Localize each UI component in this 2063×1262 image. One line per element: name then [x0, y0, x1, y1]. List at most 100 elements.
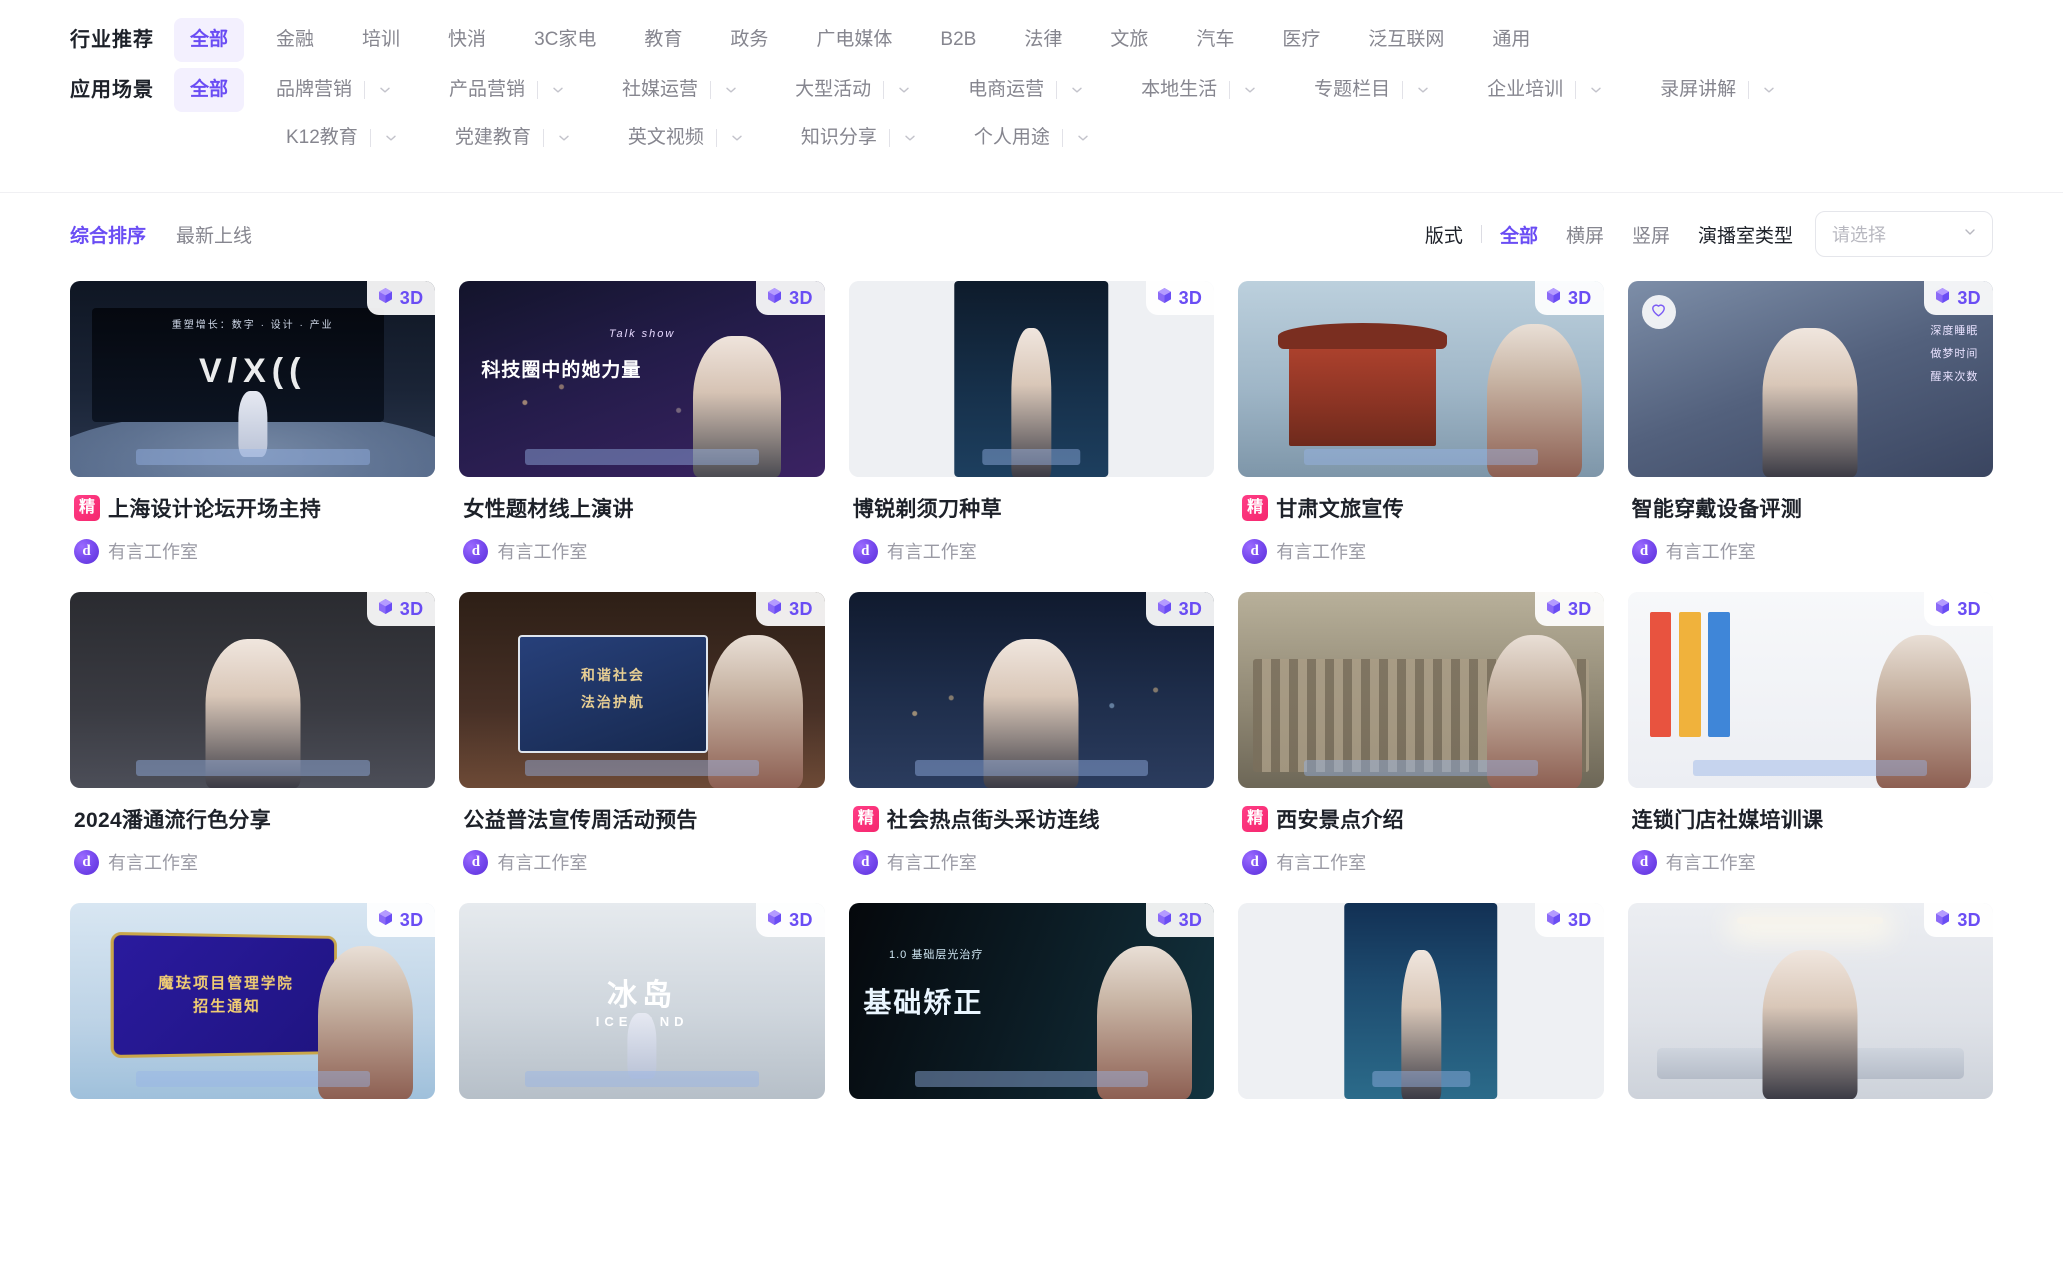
chevron-down-icon[interactable]: [1230, 82, 1276, 98]
scene-group-4[interactable]: 电商运营: [952, 68, 1103, 112]
chevron-down-icon[interactable]: [365, 82, 411, 98]
scene-group-10[interactable]: 党建教育: [439, 116, 590, 160]
industry-chip-4[interactable]: 3C家电: [518, 18, 612, 62]
video-card[interactable]: 魔珐项目管理学院 招生通知 3D: [70, 903, 436, 1127]
card-thumbnail[interactable]: 魔珐项目管理学院 招生通知 3D: [70, 903, 436, 1099]
scene-group-3[interactable]: 大型活动: [779, 68, 930, 112]
chevron-down-icon[interactable]: [1576, 82, 1622, 98]
scene-group-9[interactable]: K12教育: [270, 116, 417, 160]
industry-chip-7[interactable]: 广电媒体: [800, 18, 908, 62]
card-meta: 智能穿戴设备评测 d 有言工作室: [1628, 477, 1993, 564]
scene-chip-all[interactable]: 全部: [174, 68, 245, 112]
industry-chip-13[interactable]: 泛互联网: [1352, 18, 1460, 62]
card-thumbnail[interactable]: 冰岛ICELAND3D: [459, 903, 825, 1099]
scene-group-2[interactable]: 社媒运营: [606, 68, 757, 112]
card-thumbnail[interactable]: 3D: [1238, 592, 1604, 788]
card-thumbnail[interactable]: 3D: [848, 592, 1215, 788]
industry-chip-12[interactable]: 医疗: [1266, 18, 1336, 62]
video-card[interactable]: Talk show 科技圈中的她力量 3D 女性题材线上演讲 d 有言工作室: [459, 281, 825, 592]
card-thumbnail[interactable]: 3D: [848, 281, 1215, 477]
video-card[interactable]: 3D 精甘肃文旅宣传 d 有言工作室: [1238, 281, 1604, 592]
card-author[interactable]: d 有言工作室: [1631, 538, 1989, 564]
badge-3d: 3D: [1534, 592, 1604, 626]
chevron-down-icon[interactable]: [1403, 82, 1449, 98]
favorite-button[interactable]: [1641, 295, 1676, 329]
card-author[interactable]: d 有言工作室: [74, 849, 431, 875]
featured-badge: 精: [74, 495, 100, 521]
industry-chip-3[interactable]: 快消: [432, 18, 502, 62]
card-author[interactable]: d 有言工作室: [74, 538, 431, 564]
video-card[interactable]: 冰岛ICELAND3D: [459, 903, 825, 1127]
chevron-down-icon[interactable]: [717, 130, 763, 146]
video-card[interactable]: 3D 连锁门店社媒培训课 d 有言工作室: [1627, 592, 1993, 903]
card-title: 社会热点街头采访连线: [886, 809, 1100, 832]
card-author[interactable]: d 有言工作室: [1242, 849, 1599, 875]
chevron-down-icon[interactable]: [711, 82, 757, 98]
scene-group-6[interactable]: 专题栏目: [1298, 68, 1449, 112]
video-card[interactable]: 重塑增长：数字 · 设计 · 产业 V/X((3D 精上海设计论坛开场主持 d 有言工作…: [70, 281, 436, 592]
card-author[interactable]: d 有言工作室: [1631, 849, 1989, 875]
video-card[interactable]: 3D 精西安景点介绍 d 有言工作室: [1238, 592, 1604, 903]
sort-option-1[interactable]: 最新上线: [176, 221, 252, 248]
scene-group-0[interactable]: 品牌营销: [260, 68, 411, 112]
chevron-down-icon[interactable]: [1063, 130, 1109, 146]
card-thumbnail[interactable]: 3D: [1627, 903, 1993, 1099]
card-author[interactable]: d 有言工作室: [852, 538, 1210, 564]
layout-option-2[interactable]: 竖屏: [1632, 221, 1670, 248]
video-card[interactable]: 3D: [1627, 903, 1993, 1127]
video-card[interactable]: 3D 博锐剃须刀种草 d 有言工作室: [848, 281, 1215, 592]
card-thumbnail[interactable]: 重塑增长：数字 · 设计 · 产业 V/X((3D: [70, 281, 436, 477]
chevron-down-icon[interactable]: [538, 82, 584, 98]
studio-type-select[interactable]: 请选择: [1815, 211, 1993, 257]
industry-chip-1[interactable]: 金融: [260, 18, 330, 62]
chevron-down-icon[interactable]: [1749, 82, 1795, 98]
card-thumbnail[interactable]: 3D: [70, 592, 436, 788]
card-thumbnail[interactable]: 和谐社会 法治护航 3D: [459, 592, 825, 788]
industry-chip-0[interactable]: 全部: [174, 18, 245, 62]
badge-3d: 3D: [1534, 903, 1604, 937]
chevron-down-icon[interactable]: [1057, 82, 1103, 98]
layout-option-0[interactable]: 全部: [1500, 221, 1538, 248]
scene-group-13[interactable]: 个人用途: [958, 116, 1109, 160]
scene-group-12[interactable]: 知识分享: [785, 116, 936, 160]
scene-group-7[interactable]: 企业培训: [1471, 68, 1622, 112]
video-card[interactable]: 3D: [1238, 903, 1604, 1127]
card-thumbnail[interactable]: Talk show 科技圈中的她力量 3D: [459, 281, 825, 477]
card-thumbnail[interactable]: 1.0 基础层光治疗 基础矫正 3D: [848, 903, 1215, 1099]
industry-chip-6[interactable]: 政务: [714, 18, 784, 62]
card-author[interactable]: d 有言工作室: [1242, 538, 1599, 564]
industry-chip-10[interactable]: 文旅: [1094, 18, 1164, 62]
cube-3d-icon: [1544, 597, 1563, 621]
card-author[interactable]: d 有言工作室: [852, 849, 1210, 875]
card-thumbnail[interactable]: 深度睡眠 做梦时间 醒来次数 3D: [1627, 281, 1993, 477]
card-thumbnail[interactable]: 3D: [1627, 592, 1993, 788]
video-card[interactable]: 和谐社会 法治护航 3D 公益普法宣传周活动预告 d 有言工作室: [459, 592, 825, 903]
card-author[interactable]: d 有言工作室: [463, 538, 820, 564]
scene-group-1[interactable]: 产品营销: [433, 68, 584, 112]
video-card[interactable]: 3D 2024潘通流行色分享 d 有言工作室: [70, 592, 436, 903]
card-thumbnail[interactable]: 3D: [1238, 903, 1604, 1099]
scene-group-11[interactable]: 英文视频: [612, 116, 763, 160]
scene-group-5[interactable]: 本地生活: [1125, 68, 1276, 112]
video-card[interactable]: 1.0 基础层光治疗 基础矫正 3D: [848, 903, 1215, 1127]
chevron-down-icon[interactable]: [884, 82, 930, 98]
industry-chip-2[interactable]: 培训: [346, 18, 416, 62]
industry-chip-9[interactable]: 法律: [1008, 18, 1078, 62]
layout-option-1[interactable]: 横屏: [1566, 221, 1604, 248]
card-author[interactable]: d 有言工作室: [463, 849, 820, 875]
video-card[interactable]: 深度睡眠 做梦时间 醒来次数 3D 智能穿戴设备评测 d 有言工作室: [1627, 281, 1993, 592]
chevron-down-icon[interactable]: [371, 130, 417, 146]
industry-chip-5[interactable]: 教育: [628, 18, 698, 62]
video-card[interactable]: 3D 精社会热点街头采访连线 d 有言工作室: [848, 592, 1215, 903]
scene-group-8[interactable]: 录屏讲解: [1644, 68, 1795, 112]
industry-chip-14[interactable]: 通用: [1476, 18, 1546, 62]
sort-option-0[interactable]: 综合排序: [70, 221, 146, 248]
badge-3d: 3D: [1145, 903, 1215, 937]
chevron-down-icon[interactable]: [544, 130, 590, 146]
industry-chip-8[interactable]: B2B: [924, 18, 992, 62]
card-title: 甘肃文旅宣传: [1276, 498, 1404, 521]
industry-chip-11[interactable]: 汽车: [1180, 18, 1250, 62]
chevron-down-icon[interactable]: [890, 130, 936, 146]
card-thumbnail[interactable]: 3D: [1238, 281, 1604, 477]
featured-badge: 精: [852, 806, 879, 832]
